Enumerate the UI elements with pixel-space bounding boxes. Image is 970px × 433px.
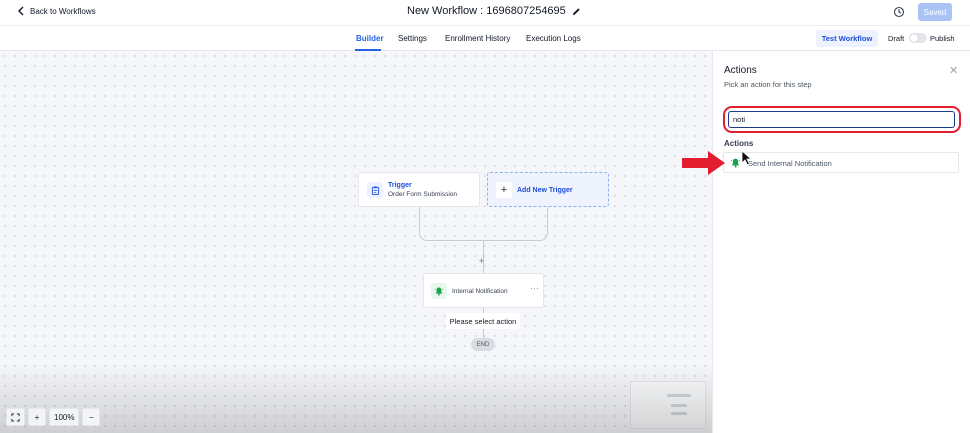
zoom-in-button[interactable]: +: [28, 408, 46, 426]
tab-builder[interactable]: Builder: [356, 34, 384, 43]
edit-pencil-icon[interactable]: [572, 7, 581, 16]
minimap[interactable]: [630, 381, 706, 429]
tab-execution-logs[interactable]: Execution Logs: [526, 34, 581, 43]
tab-settings[interactable]: Settings: [398, 34, 427, 43]
search-highlight-ring: [723, 106, 961, 133]
trigger-title: Trigger: [388, 182, 412, 189]
zoom-level: 100%: [49, 408, 80, 426]
select-action-tooltip: Please select action: [446, 313, 520, 329]
workflow-name: New Workflow : 1696807254695: [407, 5, 566, 17]
chevron-left-icon: [18, 6, 24, 16]
zoom-out-button[interactable]: −: [82, 408, 101, 426]
fit-view-icon[interactable]: [6, 408, 25, 426]
connector-line-end: [483, 329, 484, 338]
trigger-subtitle: Order Form Submission: [388, 191, 457, 198]
action-search-input[interactable]: [728, 111, 955, 128]
builder-tabs-bar: Builder Settings Enrollment History Exec…: [0, 26, 970, 51]
history-clock-icon[interactable]: [893, 6, 905, 18]
workflow-title: New Workflow : 1696807254695: [407, 5, 581, 17]
panel-title: Actions: [724, 65, 757, 76]
zoom-controls: + 100% −: [6, 408, 101, 426]
action-result-send-internal-notification[interactable]: Send Internal Notification: [723, 152, 959, 173]
red-arrow-annotation-icon: [682, 151, 725, 175]
internal-notification-node[interactable]: Internal Notification ···: [423, 273, 544, 308]
panel-subtitle: Pick an action for this step: [724, 80, 812, 89]
notification-bell-icon: [431, 283, 447, 299]
draft-label: Draft: [888, 34, 905, 43]
action-label: Internal Notification: [452, 288, 508, 295]
test-workflow-button[interactable]: Test Workflow: [816, 30, 878, 47]
more-options-icon[interactable]: ···: [530, 284, 540, 293]
action-result-label: Send Internal Notification: [748, 159, 832, 168]
saved-button[interactable]: Saved: [918, 3, 952, 21]
add-trigger-label: Add New Trigger: [517, 187, 573, 194]
top-header: Back to Workflows New Workflow : 1696807…: [0, 0, 970, 26]
notification-bell-icon: [730, 158, 741, 168]
clipboard-icon: [367, 182, 383, 198]
tab-enrollment-history[interactable]: Enrollment History: [445, 34, 510, 43]
back-label: Back to Workflows: [30, 6, 96, 16]
plus-icon: +: [496, 182, 512, 198]
connector-line-left: [419, 207, 483, 241]
actions-section-label: Actions: [724, 139, 754, 148]
back-to-workflows-link[interactable]: Back to Workflows: [16, 6, 96, 16]
end-marker: END: [471, 338, 495, 351]
publish-toggle[interactable]: [909, 33, 927, 43]
publish-label: Publish: [930, 34, 955, 43]
bottom-shade-overlay: [0, 363, 712, 433]
mouse-cursor-icon: [741, 150, 753, 166]
add-step-plus-icon[interactable]: +: [479, 256, 484, 266]
actions-panel: Actions Pick an action for this step ✕ A…: [712, 51, 970, 433]
add-new-trigger-button[interactable]: + Add New Trigger: [487, 172, 609, 207]
connector-line-right: [483, 207, 548, 241]
workflow-canvas[interactable]: Trigger Order Form Submission + Add New …: [0, 51, 712, 433]
close-icon[interactable]: ✕: [949, 64, 958, 77]
trigger-node[interactable]: Trigger Order Form Submission: [358, 172, 480, 207]
